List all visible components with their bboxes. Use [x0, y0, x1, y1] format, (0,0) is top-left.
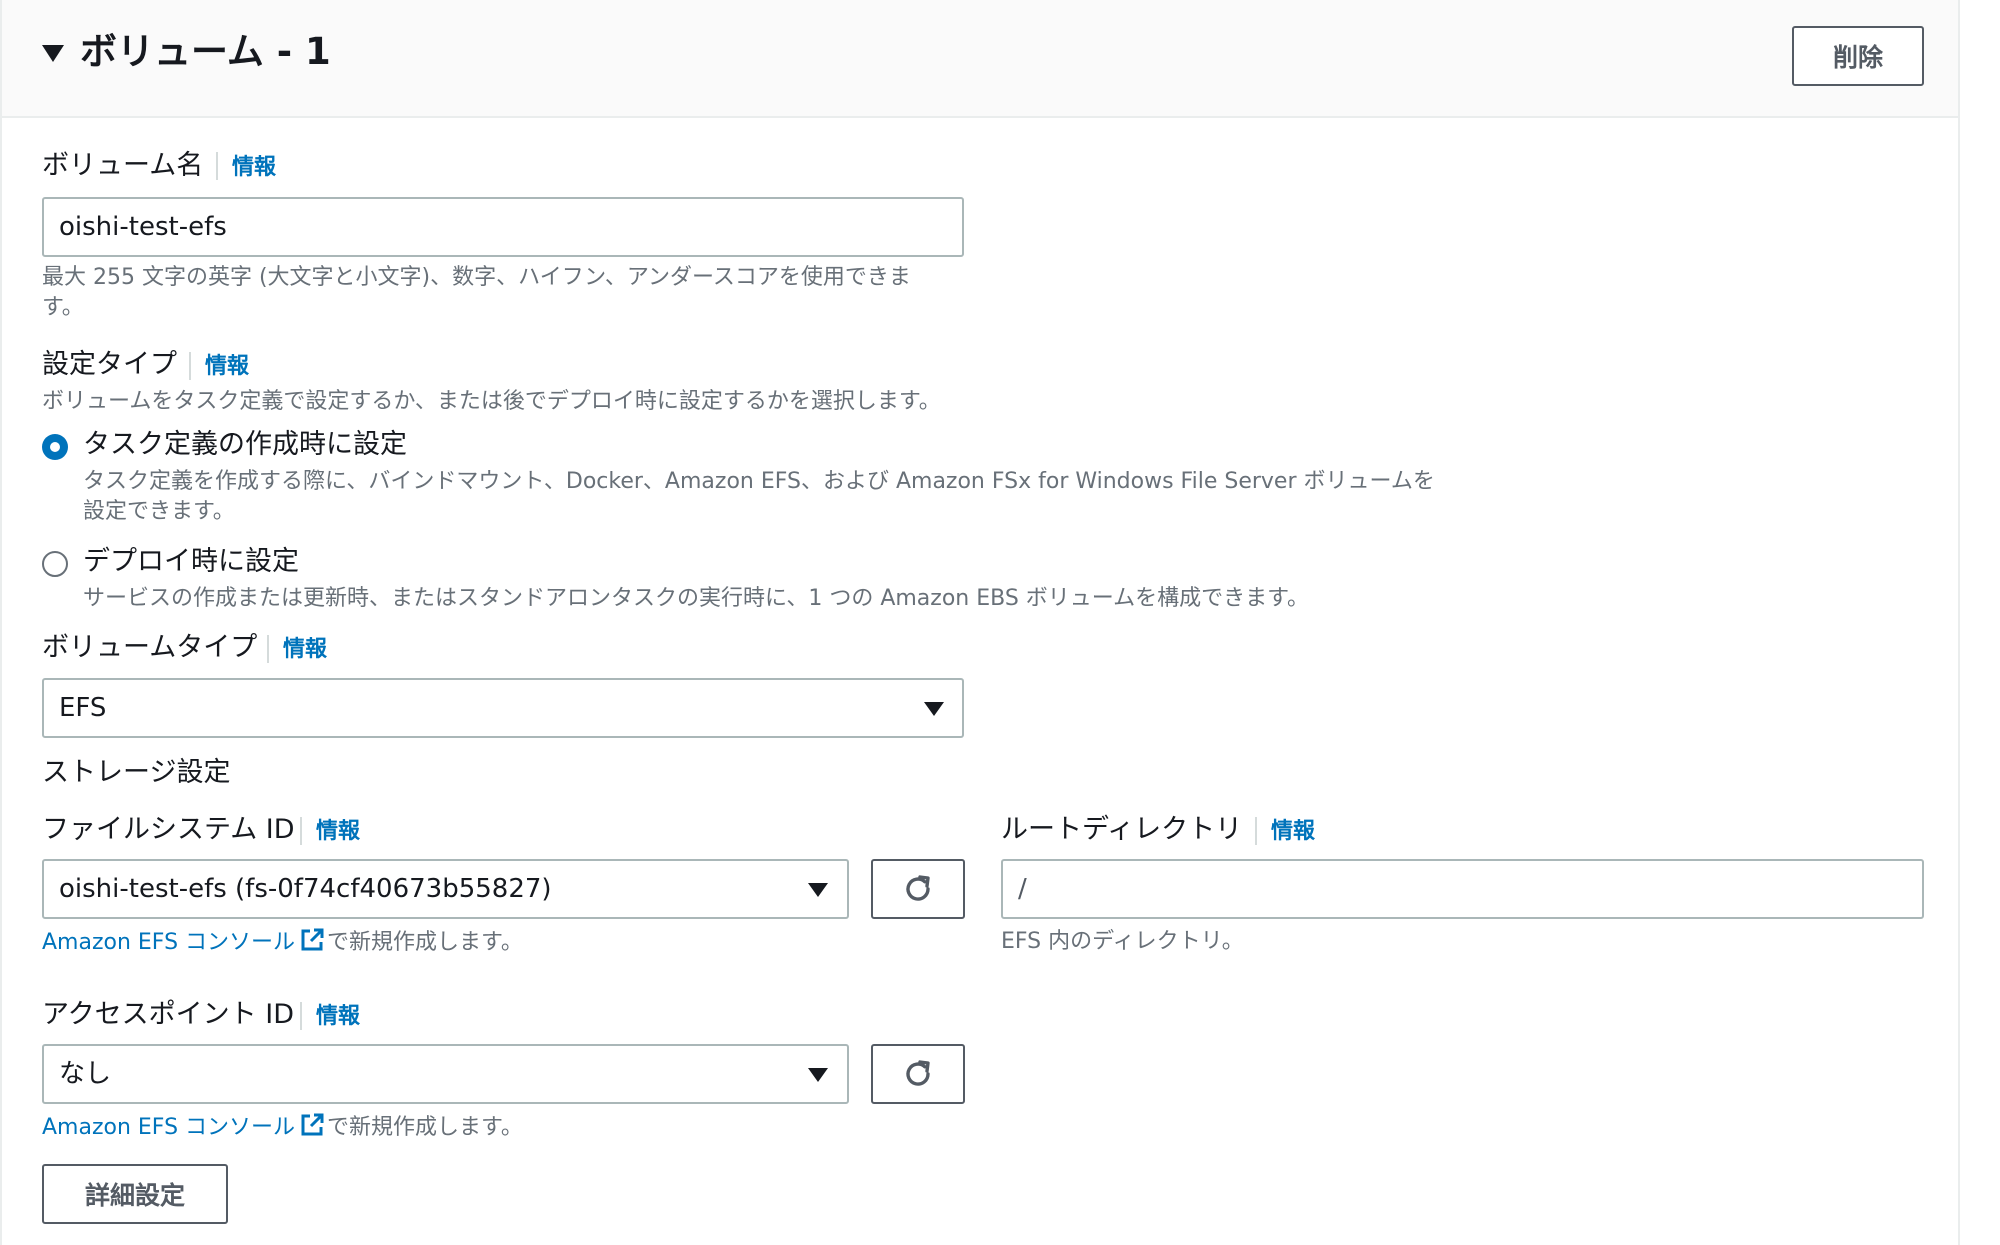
- root-directory-info-link[interactable]: 情報: [1271, 814, 1315, 850]
- volume-panel: ボリューム - 1 削除 ボリューム名 情報 oishi-test-efs 最大…: [0, 0, 1960, 1245]
- efs-console-link[interactable]: Amazon EFS コンソール: [42, 1115, 295, 1140]
- config-type-label: 設定タイプ: [42, 349, 177, 380]
- volume-panel-header[interactable]: ボリューム - 1 削除: [2, 0, 1958, 118]
- volume-name-hint: 最大 255 文字の英字 (大文字と小文字)、数字、ハイフン、アンダースコアを使…: [42, 265, 911, 320]
- efs-console-link[interactable]: Amazon EFS コンソール: [42, 930, 295, 955]
- access-point-id-select[interactable]: なし: [42, 1044, 849, 1104]
- file-system-id-value: oishi-test-efs (fs-0f74cf40673b55827): [59, 874, 552, 904]
- access-point-id-value: なし: [59, 1059, 112, 1089]
- root-directory-label: ルートディレクトリ: [1001, 814, 1243, 845]
- radio-deploy-time[interactable]: [42, 551, 68, 577]
- volume-type-label: ボリュームタイプ: [42, 632, 258, 663]
- root-directory-hint: EFS 内のディレクトリ。: [1001, 929, 1244, 954]
- access-point-id-info-link[interactable]: 情報: [316, 999, 360, 1035]
- radio-deploy-time-label[interactable]: デプロイ時に設定: [83, 544, 299, 580]
- advanced-settings-button[interactable]: 詳細設定: [42, 1164, 228, 1224]
- radio-task-definition-description: タスク定義を作成する際に、バインドマウント、Docker、Amazon EFS、…: [83, 469, 1435, 524]
- info-separator: [267, 635, 269, 663]
- volume-title: ボリューム - 1: [80, 30, 331, 73]
- external-link-icon[interactable]: [299, 927, 325, 962]
- volume-type-select[interactable]: EFS: [42, 678, 964, 738]
- caret-down-icon[interactable]: [42, 45, 64, 62]
- info-separator: [216, 152, 218, 180]
- volume-name-label: ボリューム名: [42, 150, 204, 181]
- volume-type-info-link[interactable]: 情報: [283, 632, 327, 668]
- info-separator: [300, 1002, 302, 1030]
- config-type-info-link[interactable]: 情報: [205, 349, 249, 385]
- storage-settings-heading: ストレージ設定: [42, 757, 231, 788]
- volume-name-info-link[interactable]: 情報: [232, 150, 276, 186]
- access-point-refresh-button[interactable]: [871, 1044, 965, 1104]
- volume-type-value: EFS: [59, 693, 107, 723]
- access-point-id-label: アクセスポイント ID: [42, 999, 294, 1030]
- access-point-create-link: Amazon EFS コンソール で新規作成します。: [42, 1112, 523, 1147]
- caret-down-icon: [808, 883, 828, 897]
- root-directory-input[interactable]: /: [1001, 859, 1924, 919]
- caret-down-icon: [924, 702, 944, 716]
- file-system-create-link: Amazon EFS コンソール で新規作成します。: [42, 927, 523, 962]
- file-system-id-select[interactable]: oishi-test-efs (fs-0f74cf40673b55827): [42, 859, 849, 919]
- config-type-description: ボリュームをタスク定義で設定するか、または後でデプロイ時に設定するかを選択します…: [42, 389, 941, 414]
- radio-task-definition-label[interactable]: タスク定義の作成時に設定: [83, 427, 407, 463]
- file-system-id-info-link[interactable]: 情報: [316, 814, 360, 850]
- caret-down-icon: [808, 1068, 828, 1082]
- info-separator: [1255, 817, 1257, 845]
- delete-button[interactable]: 削除: [1792, 26, 1924, 86]
- refresh-icon: [906, 1060, 930, 1086]
- file-system-refresh-button[interactable]: [871, 859, 965, 919]
- info-separator: [300, 817, 302, 845]
- file-system-create-suffix: で新規作成します。: [327, 930, 523, 955]
- refresh-icon: [906, 875, 930, 901]
- access-point-create-suffix: で新規作成します。: [327, 1115, 523, 1140]
- volume-name-input[interactable]: oishi-test-efs: [42, 197, 964, 257]
- external-link-icon[interactable]: [299, 1112, 325, 1147]
- file-system-id-label: ファイルシステム ID: [42, 814, 295, 845]
- info-separator: [189, 352, 191, 380]
- radio-task-definition[interactable]: [42, 434, 68, 460]
- radio-deploy-time-description: サービスの作成または更新時、またはスタンドアロンタスクの実行時に、1 つの Am…: [83, 586, 1309, 611]
